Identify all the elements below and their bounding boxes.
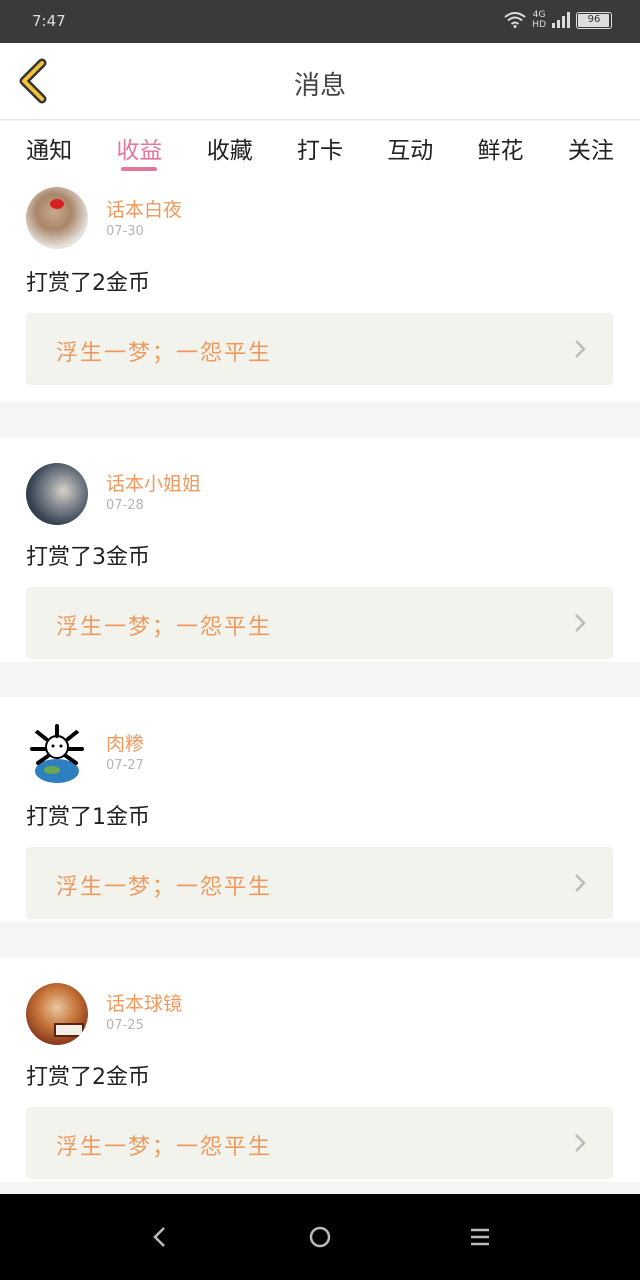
cartoon-globe-icon [30,724,84,783]
tab-bar: 通知 收益 收藏 打卡 互动 鲜花 关注 [0,121,640,177]
reward-text: 打赏了2金币 [26,1065,150,1090]
list-item: 话本白夜 07-30 打赏了2金币 浮生一梦；一怨平生 [0,177,640,402]
chevron-right-icon [575,340,586,358]
reward-text: 打赏了1金币 [26,805,150,830]
hd-label: HD [532,20,546,30]
status-icons: 4G HD 96 [504,10,612,30]
earnings-feed: 话本白夜 07-30 打赏了2金币 浮生一梦；一怨平生 话本小姐姐 07-28 … [0,177,640,1182]
system-nav-bar [0,1194,640,1280]
tab-favorites[interactable]: 收藏 [190,121,270,177]
wifi-icon [504,12,526,28]
chevron-right-icon [575,874,586,892]
list-item: 话本小姐姐 07-28 打赏了3金币 浮生一梦；一怨平生 [0,437,640,662]
back-triangle-icon[interactable] [145,1222,175,1252]
avatar[interactable] [26,723,88,785]
status-time: 7:47 [32,12,66,30]
user-name[interactable]: 肉糁 [106,729,144,756]
list-item: 肉糁 07-27 打赏了1金币 浮生一梦；一怨平生 [0,697,640,922]
book-title: 浮生一梦；一怨平生 [56,875,273,900]
tab-notifications[interactable]: 通知 [9,121,89,177]
post-date: 07-28 [106,498,144,513]
list-item: 话本球镜 07-25 打赏了2金币 浮生一梦；一怨平生 [0,957,640,1182]
menu-lines-icon[interactable] [465,1222,495,1252]
tab-interactions[interactable]: 互动 [370,121,450,177]
user-name[interactable]: 话本球镜 [106,989,182,1016]
book-title: 浮生一梦；一怨平生 [56,1135,273,1160]
tab-checkin[interactable]: 打卡 [280,121,360,177]
battery-level: 96 [587,13,601,25]
post-date: 07-25 [106,1018,144,1033]
user-name[interactable]: 话本小姐姐 [106,469,201,496]
tab-earnings[interactable]: 收益 [99,121,179,177]
reward-text: 打赏了3金币 [26,545,150,570]
post-date: 07-30 [106,224,144,239]
linked-book[interactable]: 浮生一梦；一怨平生 [26,1107,613,1179]
network-type: 4G [532,10,546,20]
tab-flowers[interactable]: 鲜花 [461,121,541,177]
linked-book[interactable]: 浮生一梦；一怨平生 [26,587,613,659]
status-bar: 7:47 4G HD 96 [0,0,640,43]
tab-follows[interactable]: 关注 [551,121,631,177]
avatar[interactable] [26,463,88,525]
avatar[interactable] [26,983,88,1045]
chevron-right-icon [575,614,586,632]
network-indicator: 4G HD [532,10,546,30]
header: 消息 [0,43,640,120]
reward-text: 打赏了2金币 [26,271,150,296]
book-title: 浮生一梦；一怨平生 [56,615,273,640]
page-title: 消息 [293,71,346,101]
linked-book[interactable]: 浮生一梦；一怨平生 [26,847,613,919]
book-title: 浮生一梦；一怨平生 [56,341,273,366]
home-circle-icon[interactable] [305,1222,335,1252]
battery-icon: 96 [576,11,612,29]
chevron-right-icon [575,1134,586,1152]
linked-book[interactable]: 浮生一梦；一怨平生 [26,313,613,385]
user-name[interactable]: 话本白夜 [106,195,182,222]
post-date: 07-27 [106,758,144,773]
avatar[interactable] [26,187,88,249]
signal-icon [552,12,570,28]
